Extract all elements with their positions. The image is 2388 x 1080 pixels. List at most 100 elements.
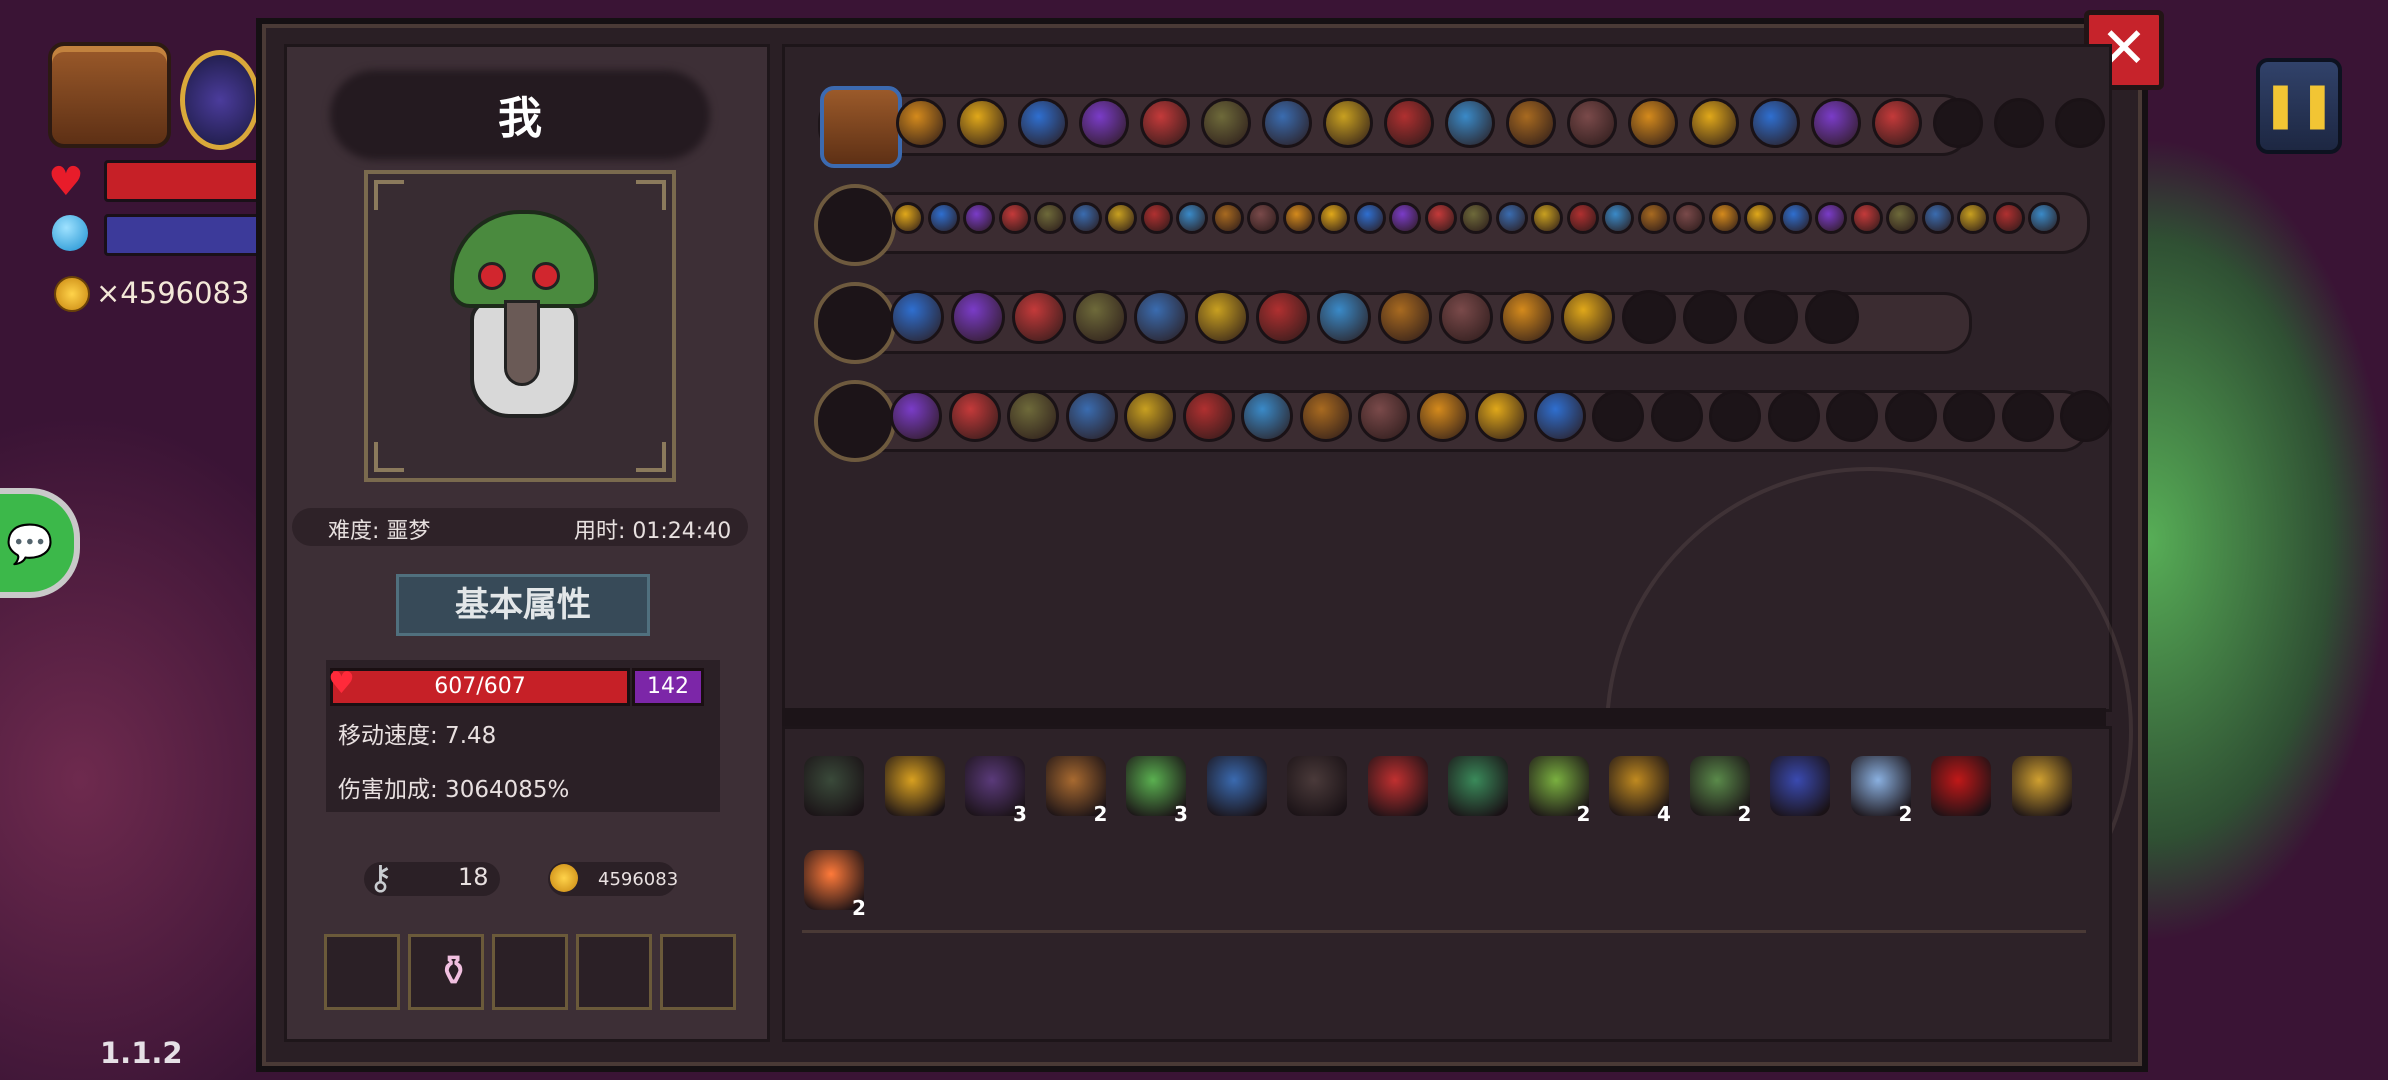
consumable-slot-4[interactable] xyxy=(576,934,652,1010)
spear-row-skill-icon[interactable] xyxy=(1561,290,1615,344)
staff-row-skill-icon[interactable] xyxy=(1318,202,1350,234)
chest-row-skill-icon[interactable] xyxy=(1018,98,1068,148)
chat-button[interactable]: 💬 xyxy=(0,488,80,598)
staff-row-skill-icon[interactable] xyxy=(1105,202,1137,234)
inventory-chest-icon[interactable] xyxy=(48,42,171,148)
axe-weapon-icon[interactable] xyxy=(814,380,896,462)
spear-row-skill-icon[interactable] xyxy=(1195,290,1249,344)
gauntlet-icon[interactable] xyxy=(1770,756,1830,816)
weapon-staff-icon[interactable] xyxy=(180,50,260,150)
staff-row-skill-icon[interactable] xyxy=(1779,202,1812,234)
chest-row-skill-icon[interactable] xyxy=(1445,98,1495,148)
staff-row-skill-icon[interactable] xyxy=(892,202,924,234)
axe-row-skill-icon[interactable] xyxy=(1299,390,1352,442)
red-eye-icon[interactable] xyxy=(1931,756,1991,816)
staff-row-skill-icon[interactable] xyxy=(1531,202,1563,234)
staff-row-skill-icon[interactable] xyxy=(1034,202,1066,234)
spear-row-skill-icon[interactable] xyxy=(1439,290,1493,344)
spear-row-skill-icon[interactable] xyxy=(890,290,944,344)
staff-row-skill-icon[interactable] xyxy=(1673,202,1705,234)
magnifier-icon[interactable] xyxy=(2011,756,2072,816)
chest-row-skill-icon[interactable] xyxy=(1384,98,1434,148)
staff-row-skill-icon[interactable] xyxy=(1850,202,1883,234)
pause-button[interactable]: ❚❚ xyxy=(2256,58,2342,154)
green-helmet-icon[interactable] xyxy=(1448,756,1508,816)
chest-row-skill-icon[interactable] xyxy=(1079,98,1129,148)
potion-icon: ⚱ xyxy=(436,946,472,995)
spear-row-skill-icon[interactable] xyxy=(1500,290,1554,344)
spear-row-skill-icon[interactable] xyxy=(1378,290,1432,344)
axe-row-skill-icon[interactable] xyxy=(890,390,942,442)
chest-row-skill-icon[interactable] xyxy=(1689,98,1739,148)
chest-row-skill-icon[interactable] xyxy=(1262,98,1312,148)
staff-row-skill-icon[interactable] xyxy=(2028,202,2060,234)
axe-row-skill-icon[interactable] xyxy=(1182,390,1235,442)
red-key-icon[interactable] xyxy=(1367,756,1428,816)
gold-coin-icon xyxy=(550,864,578,892)
staff-row-skill-icon[interactable] xyxy=(1708,202,1741,234)
chest-row-skill-icon[interactable] xyxy=(1872,98,1922,148)
axe-row-skill-icon[interactable] xyxy=(1124,390,1176,442)
axe-row-skill-icon[interactable] xyxy=(1416,390,1469,442)
staff-row-skill-icon[interactable] xyxy=(1460,202,1492,234)
key-count: 18 xyxy=(458,863,489,891)
chest-row-skill-icon[interactable] xyxy=(1201,98,1251,148)
spear-row-skill-icon[interactable] xyxy=(951,290,1005,344)
axe-row-skill-icon[interactable] xyxy=(948,390,1001,442)
staff-row-skill-icon[interactable] xyxy=(1566,202,1599,234)
staff-row-skill-icon[interactable] xyxy=(1637,202,1670,234)
staff-row-skill-icon[interactable] xyxy=(1921,202,1954,234)
staff-row-skill-icon[interactable] xyxy=(1069,202,1102,234)
staff-row-skill-icon[interactable] xyxy=(1886,202,1918,234)
axe-row-skill-icon[interactable] xyxy=(1241,390,1293,442)
consumable-slot-5[interactable] xyxy=(660,934,736,1010)
staff-row-skill-icon[interactable] xyxy=(1602,202,1634,234)
staff-row-skill-icon[interactable] xyxy=(1495,202,1528,234)
axe-row-skill-icon[interactable] xyxy=(1007,390,1059,442)
staff-row-skill-icon[interactable] xyxy=(1353,202,1386,234)
spear-row-skill-icon[interactable] xyxy=(1073,290,1127,344)
staff-row-skill-icon[interactable] xyxy=(963,202,995,234)
armor-icon[interactable] xyxy=(1287,756,1347,816)
chest-row-skill-icon[interactable] xyxy=(1811,98,1861,148)
chest-row-skill-icon[interactable] xyxy=(1628,98,1678,148)
chest-row-skill-icon[interactable] xyxy=(1750,98,1800,148)
chest-row-skill-icon[interactable] xyxy=(1140,98,1190,148)
staff-row-skill-icon[interactable] xyxy=(1992,202,2025,234)
consumable-slot-1[interactable] xyxy=(324,934,400,1010)
staff-row-skill-icon[interactable] xyxy=(1140,202,1173,234)
staff-row-skill-icon[interactable] xyxy=(927,202,960,234)
plague-mask-icon[interactable] xyxy=(804,756,864,816)
staff-row-skill-icon[interactable] xyxy=(1744,202,1776,234)
axe-row-skill-icon[interactable] xyxy=(1065,390,1118,442)
staff-row-skill-icon[interactable] xyxy=(1282,202,1315,234)
spear-row-skill-icon[interactable] xyxy=(1134,290,1188,344)
consumable-slot-3[interactable] xyxy=(492,934,568,1010)
axe-row-skill-icon[interactable] xyxy=(1475,390,1527,442)
axe-row-skill-icon[interactable] xyxy=(1358,390,1410,442)
chest-row-skill-icon[interactable] xyxy=(957,98,1007,148)
staff-row-skill-icon[interactable] xyxy=(1424,202,1457,234)
staff-row-skill-icon[interactable] xyxy=(1247,202,1279,234)
axe-row-skill-icon[interactable] xyxy=(1533,390,1586,442)
staff-row-skill-icon[interactable] xyxy=(1176,202,1208,234)
chest-row-skill-icon[interactable] xyxy=(1567,98,1617,148)
golden-chalice-icon[interactable] xyxy=(884,756,945,816)
staff-row-skill-icon[interactable] xyxy=(998,202,1031,234)
staff-weapon-icon[interactable] xyxy=(814,184,896,266)
spear-row-skill-icon[interactable] xyxy=(1317,290,1371,344)
spear-row-skill-icon[interactable] xyxy=(1256,290,1310,344)
spear-weapon-icon[interactable] xyxy=(814,282,896,364)
chest-row-skill-icon[interactable] xyxy=(1323,98,1373,148)
crystal-amulet-icon[interactable] xyxy=(1206,756,1267,816)
chest-row-skill-icon[interactable] xyxy=(1506,98,1556,148)
axe-row-empty-slot xyxy=(2001,390,2054,442)
staff-row-skill-icon[interactable] xyxy=(1389,202,1421,234)
chest-row-skill-icon[interactable] xyxy=(896,98,946,148)
chest-slot-icon[interactable] xyxy=(820,86,902,168)
move-speed-stat: 移动速度: 7.48 xyxy=(338,723,497,749)
staff-row-skill-icon[interactable] xyxy=(1957,202,1989,234)
spear-row-skill-icon[interactable] xyxy=(1012,290,1066,344)
staff-row-skill-icon[interactable] xyxy=(1211,202,1244,234)
staff-row-skill-icon[interactable] xyxy=(1815,202,1847,234)
